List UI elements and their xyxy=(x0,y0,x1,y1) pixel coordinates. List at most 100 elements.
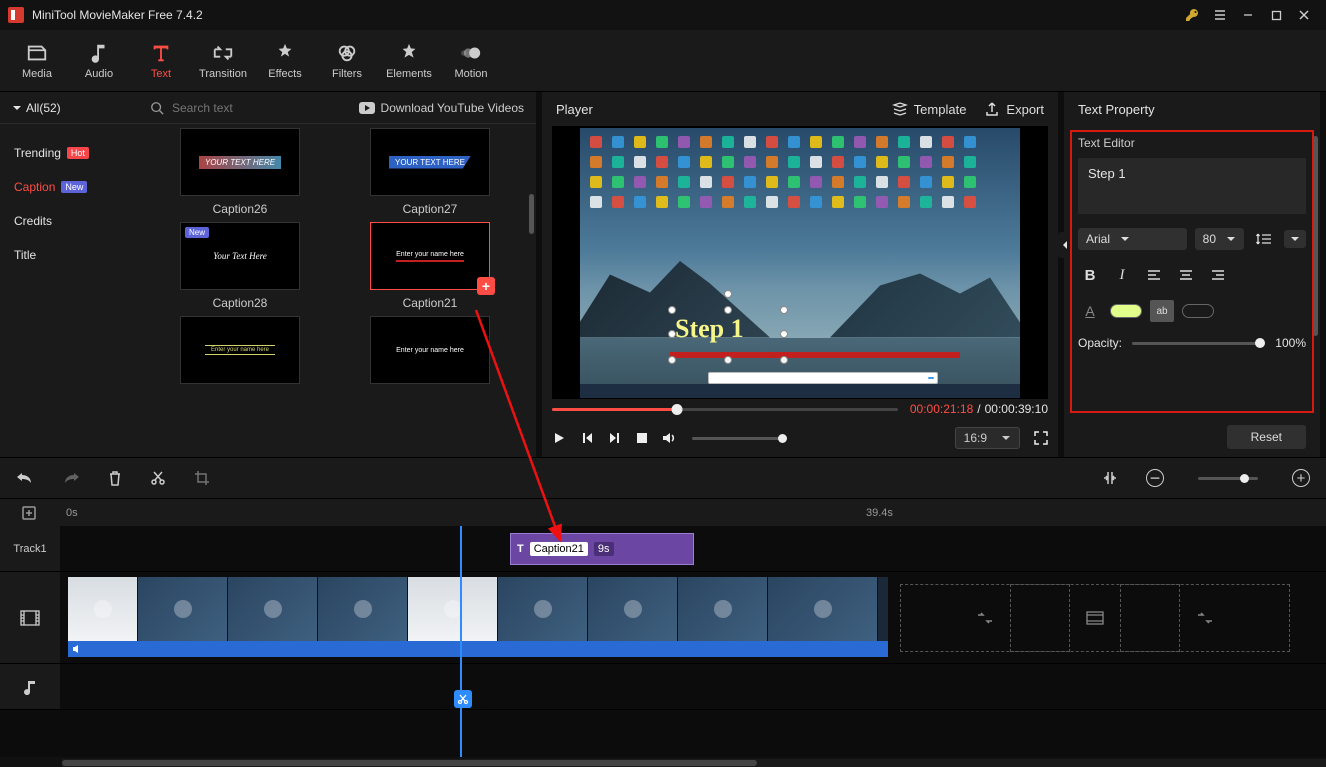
search-input[interactable] xyxy=(170,100,270,116)
track-head-text[interactable]: Track1 xyxy=(0,526,60,571)
text-editor-input[interactable]: Step 1 xyxy=(1078,158,1306,214)
play-button[interactable] xyxy=(552,431,566,445)
zoom-out-button[interactable]: − xyxy=(1146,469,1164,487)
minimize-button[interactable] xyxy=(1234,1,1262,29)
tab-motion[interactable]: Motion xyxy=(440,33,502,89)
volume-knob[interactable] xyxy=(778,434,787,443)
video-clip[interactable] xyxy=(68,577,138,641)
hamburger-menu-icon[interactable] xyxy=(1206,1,1234,29)
auto-fit-button[interactable] xyxy=(1102,470,1118,486)
thumb-caption21[interactable]: Enter your name here + Caption21 xyxy=(350,222,510,310)
line-spacing-button[interactable] xyxy=(1252,228,1276,250)
thumb-caption-extra2[interactable]: Enter your name here xyxy=(350,316,510,384)
volume-slider[interactable] xyxy=(692,437,782,440)
text-track-body[interactable]: T Caption21 9s xyxy=(60,526,1326,571)
resize-handle[interactable] xyxy=(668,356,676,364)
track-head-video[interactable] xyxy=(0,572,60,663)
zoom-in-button[interactable]: + xyxy=(1292,469,1310,487)
caption-text-overlay[interactable]: Step 1 xyxy=(675,314,744,344)
seek-knob[interactable] xyxy=(671,404,682,415)
seek-bar[interactable]: 00:00:21:18 / 00:00:39:10 xyxy=(542,399,1058,419)
resize-handle[interactable] xyxy=(780,306,788,314)
font-color-swatch[interactable] xyxy=(1110,304,1142,318)
delete-button[interactable] xyxy=(108,470,122,486)
resize-handle[interactable] xyxy=(668,330,676,338)
tab-transition[interactable]: Transition xyxy=(192,33,254,89)
embedded-audio-strip[interactable] xyxy=(68,641,888,657)
category-title[interactable]: Title xyxy=(0,238,150,272)
template-button[interactable]: Template xyxy=(892,101,967,117)
more-text-options[interactable] xyxy=(1284,230,1306,248)
reset-button[interactable]: Reset xyxy=(1227,425,1306,449)
video-track-body[interactable] xyxy=(60,572,1326,663)
timeline-h-scrollbar[interactable] xyxy=(62,759,1326,767)
preview-area[interactable]: Step 1 xyxy=(552,126,1048,399)
video-clip[interactable] xyxy=(678,577,768,641)
align-right-button[interactable] xyxy=(1206,264,1230,286)
crop-button[interactable] xyxy=(194,470,210,486)
caption-clip[interactable]: T Caption21 9s xyxy=(510,533,694,565)
resize-handle[interactable] xyxy=(780,356,788,364)
playhead[interactable] xyxy=(460,526,462,757)
download-youtube-button[interactable]: Download YouTube Videos xyxy=(347,101,536,115)
video-clip[interactable] xyxy=(768,577,878,641)
zoom-knob[interactable] xyxy=(1240,474,1249,483)
align-center-button[interactable] xyxy=(1174,264,1198,286)
rotate-handle[interactable] xyxy=(724,290,732,298)
bold-button[interactable]: B xyxy=(1078,264,1102,286)
undo-button[interactable] xyxy=(16,471,34,485)
font-family-select[interactable]: Arial xyxy=(1078,228,1187,250)
italic-button[interactable]: I xyxy=(1110,264,1134,286)
video-clip[interactable] xyxy=(318,577,408,641)
thumb-caption-extra1[interactable]: Enter your name here xyxy=(160,316,320,384)
close-button[interactable] xyxy=(1290,1,1318,29)
maximize-button[interactable] xyxy=(1262,1,1290,29)
next-frame-button[interactable] xyxy=(608,431,622,445)
thumb-caption26[interactable]: YOUR TEXT HERE Caption26 xyxy=(160,128,320,216)
category-trending[interactable]: Trending Hot xyxy=(0,136,150,170)
split-button[interactable] xyxy=(150,470,166,486)
seek-track[interactable] xyxy=(552,408,898,411)
tab-text[interactable]: Text xyxy=(130,33,192,89)
search-box[interactable] xyxy=(150,100,347,116)
align-left-button[interactable] xyxy=(1142,264,1166,286)
font-size-select[interactable]: 80 xyxy=(1195,228,1244,250)
aspect-ratio-select[interactable]: 16:9 xyxy=(955,427,1020,449)
video-clip[interactable] xyxy=(498,577,588,641)
stop-button[interactable] xyxy=(636,432,648,444)
fullscreen-button[interactable] xyxy=(1034,431,1048,445)
add-marker-button[interactable] xyxy=(0,505,60,521)
tab-audio[interactable]: Audio xyxy=(68,33,130,89)
opacity-knob[interactable] xyxy=(1255,338,1265,348)
highlight-color-swatch[interactable] xyxy=(1182,304,1214,318)
prop-scrollbar[interactable] xyxy=(1313,136,1318,336)
tab-elements[interactable]: Elements xyxy=(378,33,440,89)
prev-frame-button[interactable] xyxy=(580,431,594,445)
opacity-slider[interactable] xyxy=(1132,342,1265,345)
category-all[interactable]: All(52) xyxy=(0,101,150,115)
video-clip[interactable] xyxy=(138,577,228,641)
activate-key-icon[interactable] xyxy=(1178,1,1206,29)
category-credits[interactable]: Credits xyxy=(0,204,150,238)
tab-media[interactable]: Media xyxy=(6,33,68,89)
volume-button[interactable] xyxy=(662,431,678,445)
video-clip[interactable] xyxy=(588,577,678,641)
tab-effects[interactable]: Effects xyxy=(254,33,316,89)
audio-track-body[interactable] xyxy=(60,664,1326,709)
zoom-slider[interactable] xyxy=(1198,477,1258,480)
resize-handle[interactable] xyxy=(780,330,788,338)
thumb-caption28[interactable]: New Your Text Here Caption28 xyxy=(160,222,320,310)
transition-dropzone[interactable] xyxy=(1120,584,1290,652)
tab-filters[interactable]: Filters xyxy=(316,33,378,89)
category-caption[interactable]: Caption New xyxy=(0,170,150,204)
resize-handle[interactable] xyxy=(668,306,676,314)
video-clip[interactable] xyxy=(408,577,498,641)
highlight-button[interactable]: ab xyxy=(1150,300,1174,322)
font-color-button[interactable]: A xyxy=(1078,300,1102,322)
redo-button[interactable] xyxy=(62,471,80,485)
resize-handle[interactable] xyxy=(724,306,732,314)
add-to-timeline-button[interactable]: + xyxy=(477,277,495,295)
timeline-ruler[interactable]: 0s 39.4s xyxy=(0,498,1326,526)
library-scrollbar[interactable] xyxy=(529,194,534,234)
resize-handle[interactable] xyxy=(724,356,732,364)
